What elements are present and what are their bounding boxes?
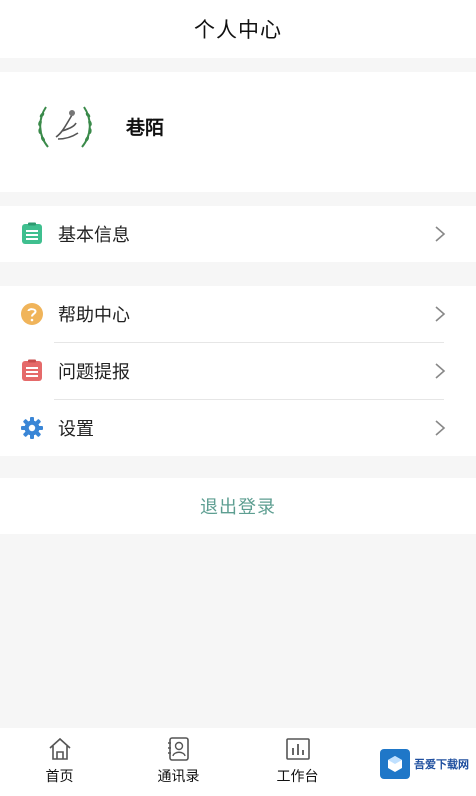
basic-info-card: 基本信息 xyxy=(0,206,476,262)
clipboard-red-icon xyxy=(20,359,44,383)
gear-icon xyxy=(20,416,44,440)
tab-label: 首页 xyxy=(45,769,74,785)
chevron-right-icon xyxy=(435,363,446,379)
clipboard-green-icon xyxy=(20,222,44,246)
chevron-right-icon xyxy=(435,226,446,242)
home-icon xyxy=(48,737,71,760)
page-title: 个人中心 xyxy=(194,18,282,42)
tab-label: 工作台 xyxy=(276,769,319,785)
menu-item-label: 基本信息 xyxy=(58,225,130,246)
menu-item-settings[interactable]: 设置 xyxy=(0,400,476,456)
tab-home[interactable]: 首页 xyxy=(0,728,119,796)
profile-card[interactable]: 巷陌 xyxy=(0,72,476,192)
tab-contacts[interactable]: 通讯录 xyxy=(119,728,238,796)
workbench-chart-icon xyxy=(285,738,310,760)
watermark-logo: 吾爱下载网 xyxy=(380,746,470,782)
menu-group-card: 帮助中心 问题提报 设置 xyxy=(0,286,476,456)
tab-workbench[interactable]: 工作台 xyxy=(238,728,357,796)
menu-item-label: 帮助中心 xyxy=(58,305,130,326)
contacts-icon xyxy=(167,737,189,761)
page-header: 个人中心 xyxy=(0,0,476,58)
menu-item-basic-info[interactable]: 基本信息 xyxy=(0,206,476,262)
chevron-right-icon xyxy=(435,306,446,322)
tab-label: 通讯录 xyxy=(157,769,200,785)
question-circle-icon xyxy=(20,302,44,326)
profile-name: 巷陌 xyxy=(126,117,165,139)
menu-item-help-center[interactable]: 帮助中心 xyxy=(0,286,476,342)
logout-label: 退出登录 xyxy=(200,497,276,518)
watermark-cube-icon xyxy=(380,749,410,779)
menu-item-label: 问题提报 xyxy=(58,362,130,383)
watermark-text: 吾爱下载网 xyxy=(414,758,469,771)
chevron-right-icon xyxy=(435,420,446,436)
avatar[interactable] xyxy=(32,93,98,159)
menu-item-label: 设置 xyxy=(58,419,94,440)
menu-item-issue-report[interactable]: 问题提报 xyxy=(0,343,476,399)
logout-button[interactable]: 退出登录 xyxy=(0,478,476,534)
